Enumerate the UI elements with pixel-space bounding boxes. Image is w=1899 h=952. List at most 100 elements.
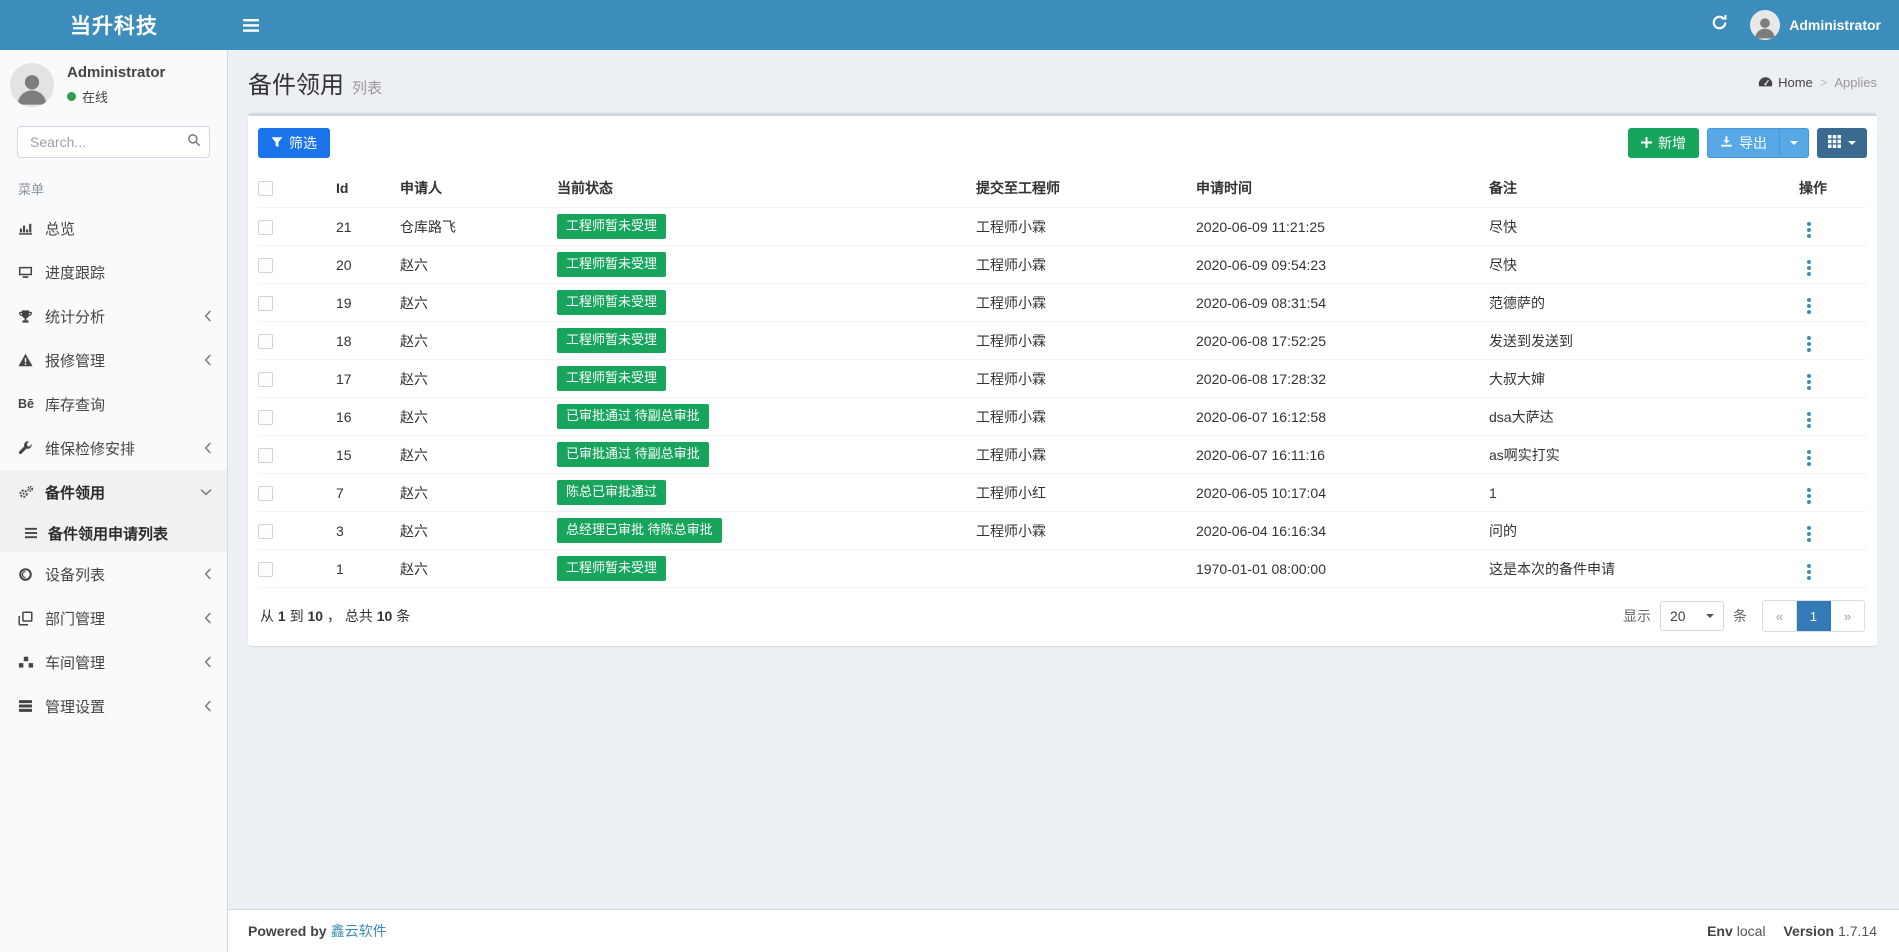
row-checkbox[interactable] (258, 220, 273, 235)
sidebar-item-spare-parts-apply-list[interactable]: 备件领用申请列表 (0, 514, 227, 552)
status-badge: 已审批通过 待副总审批 (557, 404, 709, 429)
cell-status: 陈总已审批通过 (557, 474, 976, 512)
columns-button[interactable] (1817, 128, 1867, 158)
cell-actions (1799, 474, 1867, 512)
sidebar-item-admin-settings[interactable]: 管理设置 (0, 684, 227, 728)
cell-time: 2020-06-07 16:11:16 (1196, 436, 1489, 474)
breadcrumb-home-link[interactable]: Home (1758, 75, 1813, 90)
sidebar-item-device-list[interactable]: 设备列表 (0, 552, 227, 596)
cell-id: 3 (336, 512, 400, 550)
row-actions-button[interactable] (1799, 485, 1819, 507)
row-actions-button[interactable] (1799, 409, 1819, 431)
menu-section-label: 菜单 (0, 158, 227, 206)
sidebar-menu: 总览进度跟踪统计分析报修管理Bē库存查询维保检修安排备件领用备件领用申请列表设备… (0, 206, 227, 728)
cell-applicant: 赵六 (400, 322, 557, 360)
table-row: 7 赵六 陈总已审批通过 工程师小红 2020-06-05 10:17:04 1 (258, 474, 1867, 512)
row-actions-button[interactable] (1799, 295, 1819, 317)
cell-applicant: 赵六 (400, 474, 557, 512)
row-actions-button[interactable] (1799, 447, 1819, 469)
funnel-icon (271, 135, 283, 151)
sidebar: Administrator 在线 菜单 总览进度跟踪统计分析报修管理Bē库存查询… (0, 50, 228, 952)
status-badge: 工程师暂未受理 (557, 328, 666, 353)
show-label: 显示 (1623, 606, 1651, 626)
cell-status: 已审批通过 待副总审批 (557, 398, 976, 436)
sidebar-item-overview[interactable]: 总览 (0, 206, 227, 250)
sidebar-item-progress-tracking[interactable]: 进度跟踪 (0, 250, 227, 294)
sidebar-item-workshop-management[interactable]: 车间管理 (0, 640, 227, 684)
row-checkbox[interactable] (258, 486, 273, 501)
cell-status: 工程师暂未受理 (557, 246, 976, 284)
cell-remark: 大叔大婶 (1489, 360, 1799, 398)
status-badge: 总经理已审批 待陈总审批 (557, 518, 722, 543)
breadcrumb-separator: > (1820, 75, 1828, 90)
refresh-icon (1711, 14, 1728, 36)
sidebar-user-panel: Administrator 在线 (0, 50, 227, 120)
cubes-icon (18, 655, 45, 670)
row-actions-button[interactable] (1799, 257, 1819, 279)
page-1-button[interactable]: 1 (1797, 601, 1831, 631)
row-checkbox[interactable] (258, 296, 273, 311)
user-menu[interactable]: Administrator (1750, 10, 1881, 40)
column-header: Id (336, 168, 400, 208)
sidebar-item-department-management[interactable]: 部门管理 (0, 596, 227, 640)
filter-button[interactable]: 筛选 (258, 128, 330, 158)
row-checkbox[interactable] (258, 410, 273, 425)
add-button[interactable]: 新增 (1628, 128, 1699, 158)
row-checkbox[interactable] (258, 524, 273, 539)
sidebar-item-repair-management[interactable]: 报修管理 (0, 338, 227, 382)
row-actions-button[interactable] (1799, 561, 1819, 583)
page-title: 备件领用 (248, 72, 344, 99)
status-badge: 已审批通过 待副总审批 (557, 442, 709, 467)
cell-remark: 范德萨的 (1489, 284, 1799, 322)
row-checkbox[interactable] (258, 562, 273, 577)
cell-engineer (976, 550, 1196, 588)
search-input[interactable] (17, 126, 210, 158)
chevron-left-icon (204, 612, 212, 624)
cell-id: 15 (336, 436, 400, 474)
brand-logo[interactable]: 当升科技 (0, 0, 228, 50)
avatar (1750, 10, 1780, 40)
warning-icon (18, 353, 45, 367)
trophy-icon (18, 309, 45, 324)
caret-down-icon (1848, 141, 1856, 145)
cell-engineer: 工程师小霖 (976, 398, 1196, 436)
cell-time: 2020-06-09 11:21:25 (1196, 208, 1489, 246)
row-checkbox[interactable] (258, 334, 273, 349)
sidebar-item-statistics-analysis[interactable]: 统计分析 (0, 294, 227, 338)
search-icon[interactable] (187, 133, 201, 152)
sidebar-item-spare-parts[interactable]: 备件领用 (0, 470, 227, 514)
row-checkbox[interactable] (258, 258, 273, 273)
refresh-button[interactable] (1711, 14, 1728, 36)
row-actions-button[interactable] (1799, 371, 1819, 393)
row-actions-button[interactable] (1799, 333, 1819, 355)
next-page-button[interactable]: » (1831, 601, 1864, 631)
top-navbar: 当升科技 Administrator (0, 0, 1899, 50)
prev-page-button[interactable]: « (1763, 601, 1797, 631)
row-actions-button[interactable] (1799, 523, 1819, 545)
status-badge: 工程师暂未受理 (557, 556, 666, 581)
cell-time: 1970-01-01 08:00:00 (1196, 550, 1489, 588)
cell-actions (1799, 436, 1867, 474)
cell-actions (1799, 322, 1867, 360)
row-checkbox[interactable] (258, 372, 273, 387)
export-button[interactable]: 导出 (1707, 128, 1780, 158)
select-all-checkbox[interactable] (258, 181, 273, 196)
sidebar-item-inventory-query[interactable]: Bē库存查询 (0, 382, 227, 426)
cell-time: 2020-06-08 17:28:32 (1196, 360, 1489, 398)
vendor-link[interactable]: 鑫云软件 (331, 923, 387, 939)
hamburger-icon (243, 19, 259, 32)
page-size-select[interactable]: 20 (1660, 601, 1724, 631)
cell-status: 工程师暂未受理 (557, 550, 976, 588)
username-label: Administrator (1789, 17, 1881, 33)
bar-chart-icon (18, 221, 45, 236)
table-panel: 筛选 新增 导出 (248, 113, 1877, 646)
table-body: 21 仓库路飞 工程师暂未受理 工程师小霖 2020-06-09 11:21:2… (258, 208, 1867, 588)
sidebar-item-maintenance-schedule[interactable]: 维保检修安排 (0, 426, 227, 470)
status-badge: 陈总已审批通过 (557, 480, 666, 505)
row-actions-button[interactable] (1799, 219, 1819, 241)
export-dropdown-button[interactable] (1780, 128, 1809, 158)
cell-engineer: 工程师小霖 (976, 360, 1196, 398)
row-checkbox[interactable] (258, 448, 273, 463)
cell-status: 工程师暂未受理 (557, 284, 976, 322)
sidebar-toggle-button[interactable] (228, 0, 274, 50)
